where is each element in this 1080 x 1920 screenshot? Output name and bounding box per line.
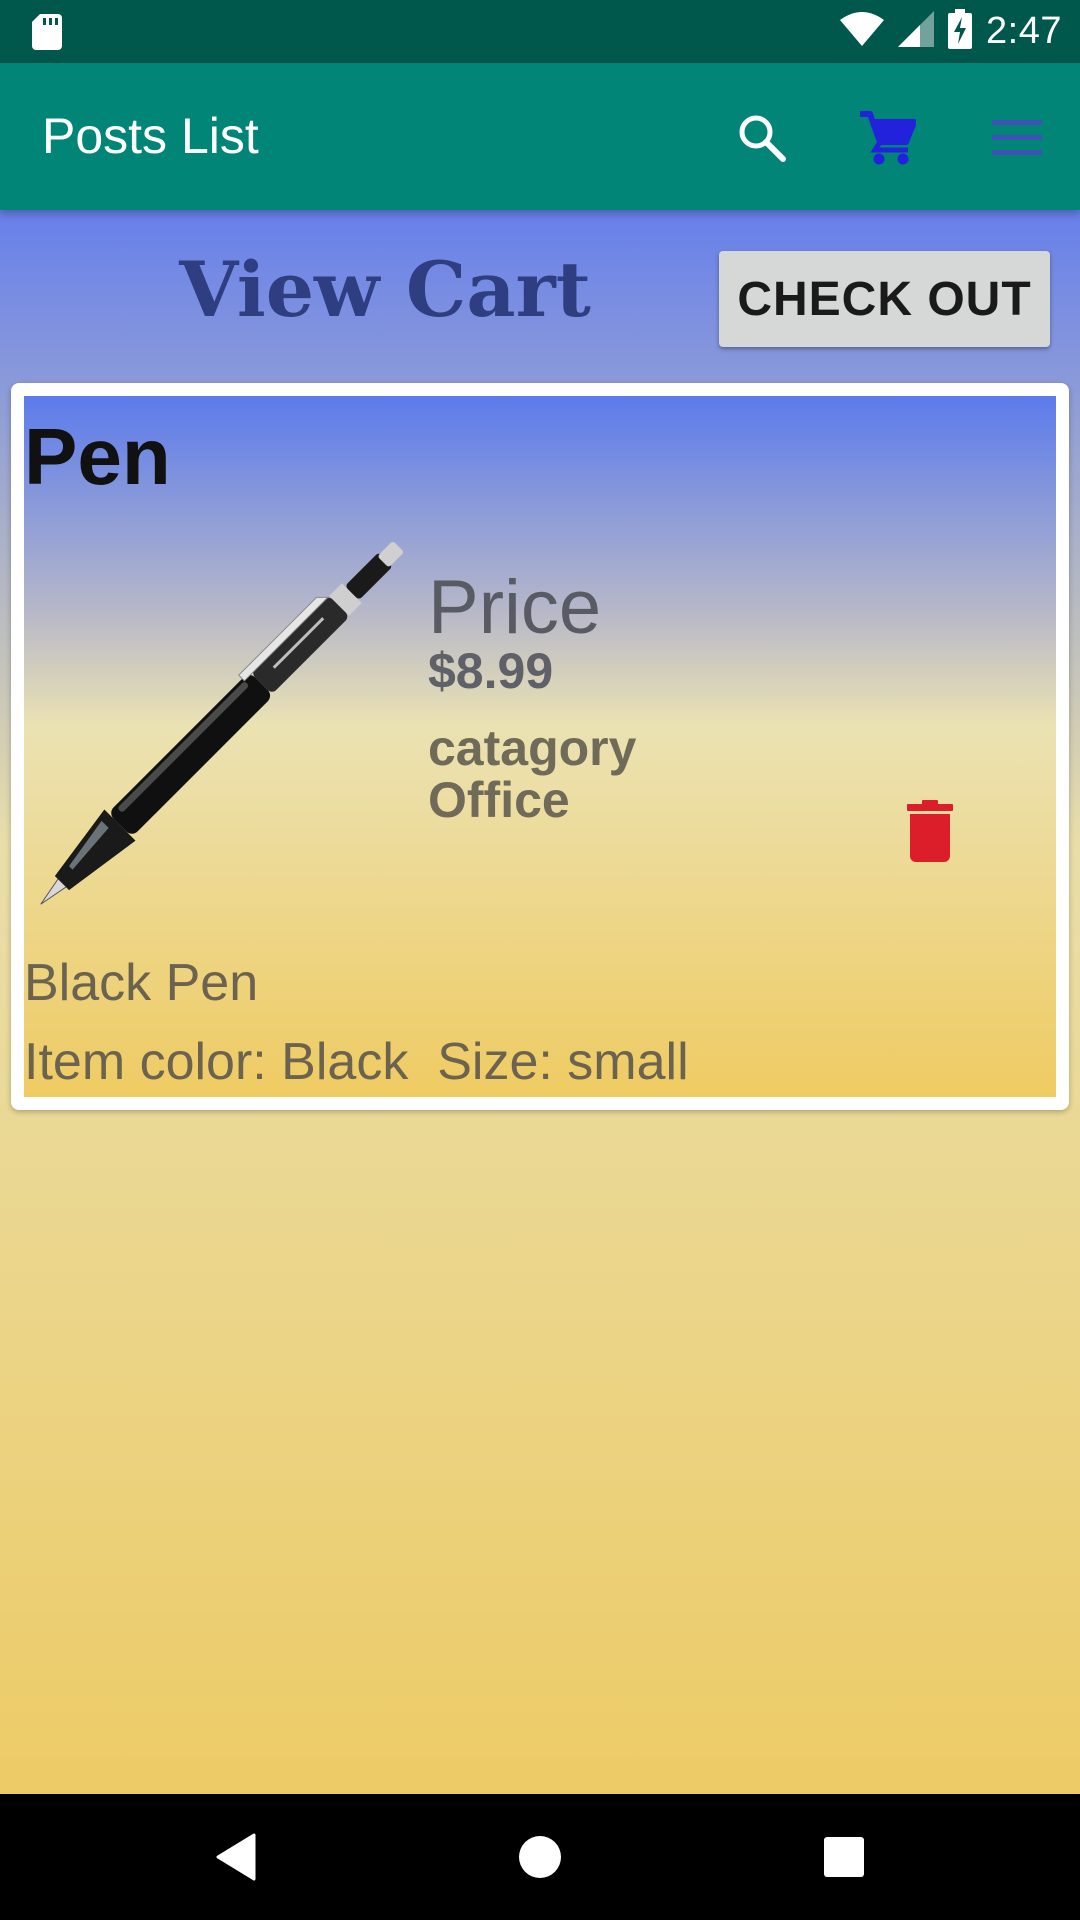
status-bar: 2:47 bbox=[0, 0, 1080, 63]
menu-button[interactable] bbox=[982, 103, 1052, 173]
wifi-icon bbox=[840, 12, 885, 51]
app-bar: Posts List bbox=[0, 63, 1080, 210]
price-value: $8.99 bbox=[428, 643, 554, 699]
search-icon bbox=[739, 115, 786, 162]
home-icon bbox=[519, 1836, 561, 1878]
category-label: catagory bbox=[428, 720, 637, 776]
recents-icon bbox=[824, 1837, 864, 1877]
signal-icon bbox=[898, 11, 935, 52]
app-title: Posts List bbox=[42, 108, 259, 164]
sd-card-icon bbox=[32, 14, 62, 50]
page-title: View Cart bbox=[179, 245, 591, 334]
cart-button[interactable] bbox=[852, 103, 922, 173]
product-description: Black Pen bbox=[24, 954, 259, 1012]
search-button[interactable] bbox=[727, 103, 797, 173]
product-attributes: Item color: Black Size: small bbox=[24, 1033, 689, 1091]
pen-image bbox=[38, 531, 408, 916]
checkout-button[interactable]: CHECK OUT bbox=[719, 251, 1050, 347]
trash-icon bbox=[907, 800, 953, 862]
status-time: 2:47 bbox=[986, 10, 1062, 52]
product-name: Pen bbox=[24, 412, 171, 501]
cart-item-card[interactable]: Pen Price $8.99 catagory Office Black Pe… bbox=[11, 383, 1069, 1110]
price-label: Price bbox=[428, 565, 602, 650]
delete-item-button[interactable] bbox=[900, 791, 960, 871]
battery-charging-icon bbox=[948, 9, 973, 54]
navigation-bar bbox=[0, 1794, 1080, 1920]
menu-icon bbox=[992, 120, 1042, 155]
cart-item-body: Pen Price $8.99 catagory Office Black Pe… bbox=[24, 396, 1056, 1097]
cart-content: View Cart CHECK OUT Pen Price $8.99 cata… bbox=[0, 210, 1080, 1794]
back-icon bbox=[216, 1833, 256, 1881]
category-value: Office bbox=[428, 772, 570, 828]
home-button[interactable] bbox=[500, 1817, 580, 1897]
recents-button[interactable] bbox=[804, 1817, 884, 1897]
back-button[interactable] bbox=[196, 1817, 276, 1897]
cart-icon bbox=[860, 111, 916, 165]
